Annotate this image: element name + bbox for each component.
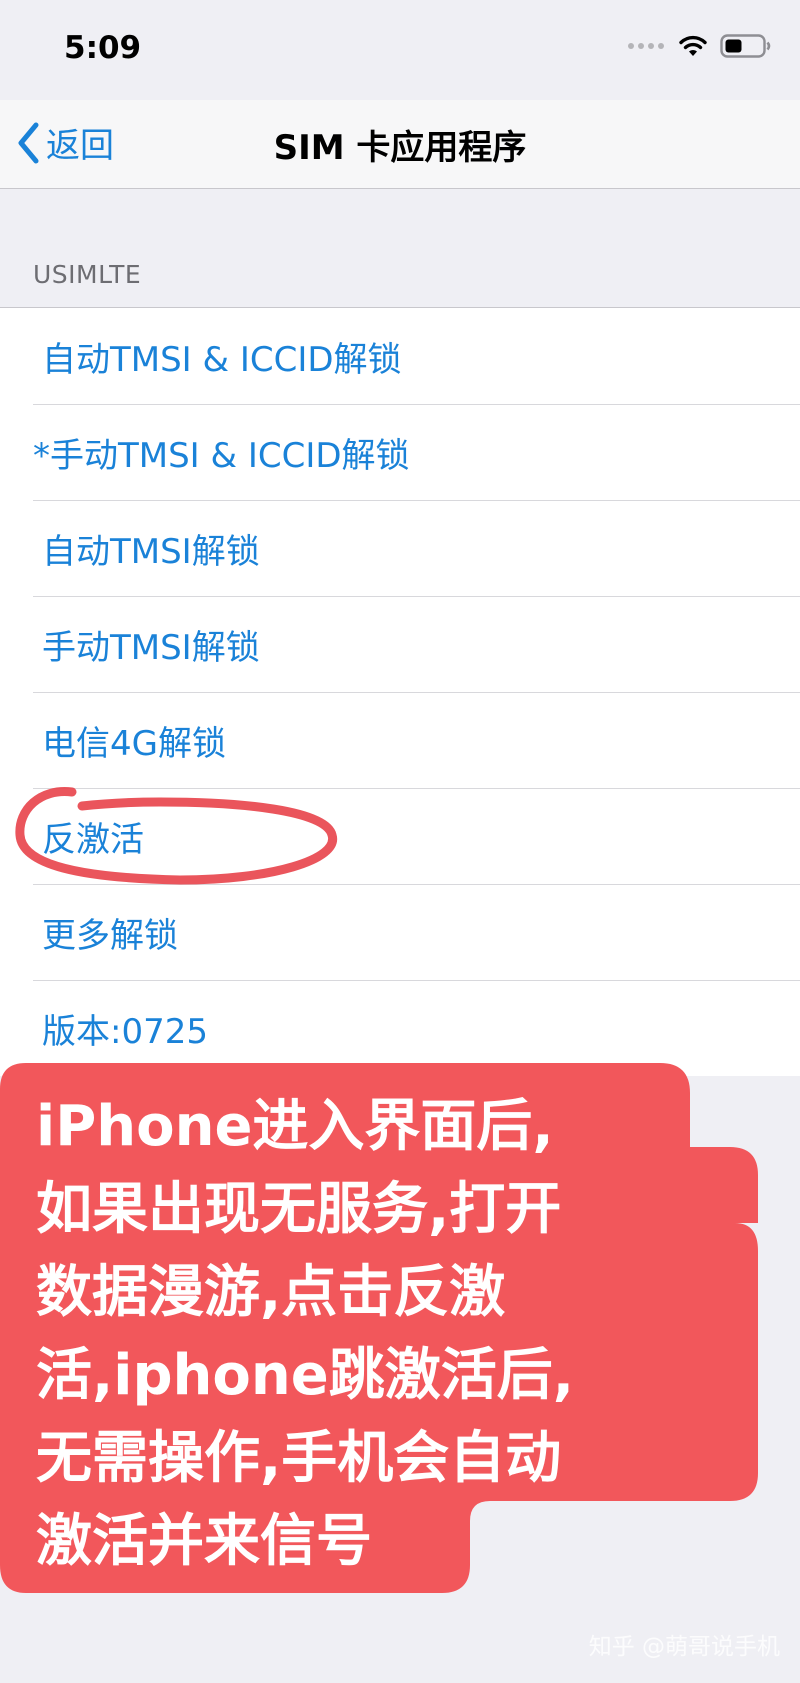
list-item-label: 手动TMSI解锁 (42, 627, 260, 668)
status-time: 5:09 (64, 30, 142, 66)
status-bar: 5:09 (0, 0, 800, 100)
annotation-line: 如果出现无服务,打开 (36, 1177, 562, 1242)
page-title: SIM 卡应用程序 (273, 128, 527, 168)
annotation-line: 无需操作,手机会自动 (36, 1426, 562, 1491)
annotation-text: iPhone进入界面后, 如果出现无服务,打开 数据漫游,点击反激 活,ipho… (36, 1085, 746, 1583)
annotation-line: 数据漫游,点击反激 (36, 1260, 506, 1325)
list-item-label: 反激活 (42, 819, 144, 860)
annotation-line: iPhone进入界面后, (36, 1094, 554, 1159)
battery-icon (720, 34, 771, 58)
list-item-telecom-4g[interactable]: 电信4G解锁 (0, 692, 800, 788)
list-item-manual-tmsi-iccid[interactable]: *手动TMSI & ICCID解锁 (0, 404, 800, 500)
list-item-label: 电信4G解锁 (42, 723, 226, 764)
list-item-version: 版本:0725 (0, 980, 800, 1076)
list-item-more-unlock[interactable]: 更多解锁 (0, 884, 800, 980)
watermark: 知乎 @萌哥说手机 (588, 1634, 780, 1660)
list-item-deactivate[interactable]: 反激活 (0, 788, 800, 884)
list-item-auto-tmsi-iccid[interactable]: 自动TMSI & ICCID解锁 (0, 308, 800, 404)
list-item-label: 自动TMSI解锁 (42, 531, 260, 572)
list-item-label: 版本:0725 (42, 1011, 208, 1052)
list-item-label: 更多解锁 (42, 915, 178, 956)
status-icons (628, 33, 772, 59)
section-header: USIMLTE (33, 260, 142, 289)
list-item-label: 自动TMSI & ICCID解锁 (42, 339, 402, 380)
list-item-label: *手动TMSI & ICCID解锁 (33, 435, 410, 476)
annotation-line: 激活并来信号 (36, 1509, 372, 1574)
list-item-manual-tmsi[interactable]: 手动TMSI解锁 (0, 596, 800, 692)
menu-list: 自动TMSI & ICCID解锁 *手动TMSI & ICCID解锁 自动TMS… (0, 307, 800, 1076)
wifi-icon (679, 35, 707, 56)
annotation-line: 活,iphone跳激活后, (36, 1343, 575, 1408)
navigation-bar: 返回 SIM 卡应用程序 (0, 100, 800, 189)
signal-dots-icon (628, 43, 664, 49)
list-item-auto-tmsi[interactable]: 自动TMSI解锁 (0, 500, 800, 596)
